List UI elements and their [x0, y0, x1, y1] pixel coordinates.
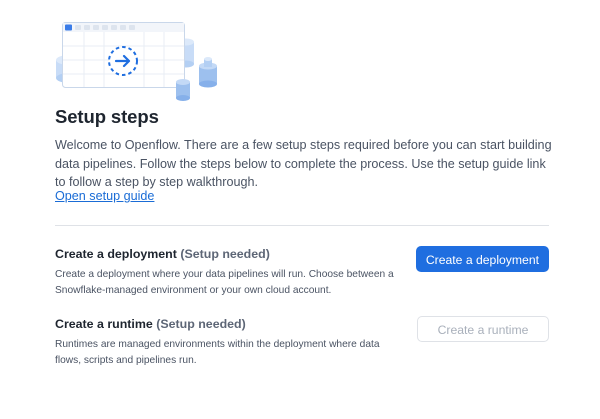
step-title: Create a runtime — [55, 317, 153, 331]
intro-text: Welcome to Openflow. There are a few set… — [55, 138, 552, 189]
arrow-right-icon — [108, 46, 138, 76]
page-title: Setup steps — [55, 106, 159, 127]
divider — [55, 225, 549, 226]
step-create-deployment: Create a deployment (Setup needed) Creat… — [55, 246, 549, 299]
status-badge: (Setup needed) — [156, 317, 246, 331]
step-description: Runtimes are managed environments within… — [55, 339, 380, 366]
step-description: Create a deployment where your data pipe… — [55, 269, 394, 296]
status-badge: (Setup needed) — [180, 247, 270, 261]
setup-illustration — [54, 16, 224, 106]
open-setup-guide-link[interactable]: Open setup guide — [55, 189, 154, 203]
create-runtime-button[interactable]: Create a runtime — [417, 316, 549, 342]
create-deployment-button[interactable]: Create a deployment — [415, 246, 549, 272]
browser-window-icon — [56, 22, 217, 101]
step-create-runtime: Create a runtime (Setup needed) Runtimes… — [55, 316, 549, 369]
step-title: Create a deployment — [55, 247, 177, 261]
